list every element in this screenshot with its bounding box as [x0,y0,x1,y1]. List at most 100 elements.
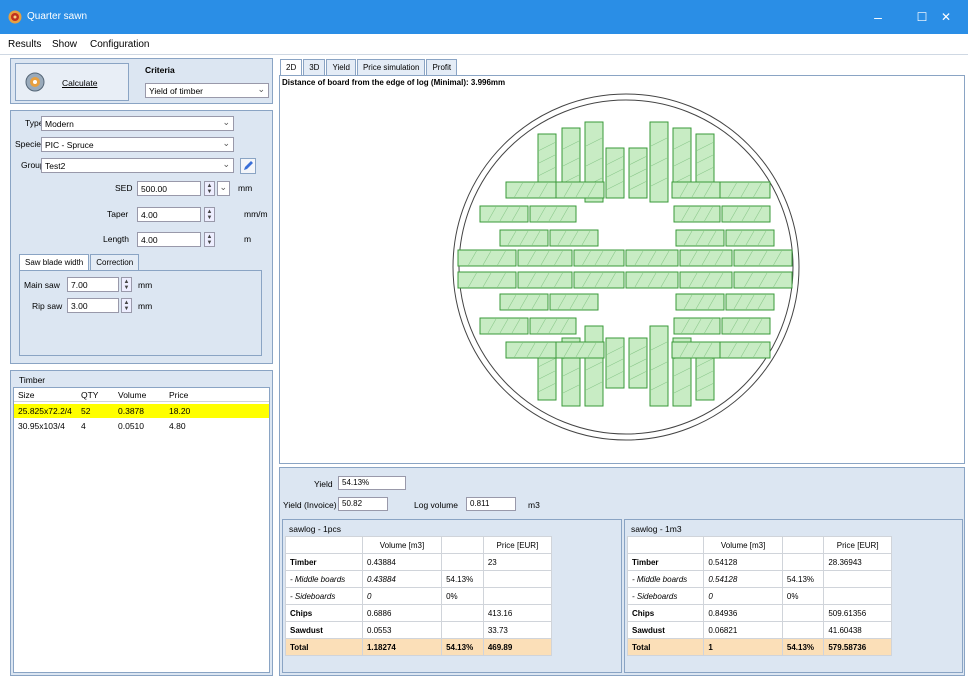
type-value: Modern [45,119,74,129]
calculate-button[interactable]: Calculate [15,63,129,101]
value-cell: 28.36943 [823,553,892,571]
value-cell: 0.43884 [361,553,443,571]
tab-2d[interactable]: 2D [280,59,303,75]
value-cell: 1 [703,638,783,656]
value-cell: 0 [703,587,783,605]
yield-field[interactable]: 54.13% [338,476,406,490]
value-cell [823,570,892,588]
menu-show[interactable]: Show [52,39,77,50]
table-row: Total 1.18274 54.13% 469.89 [285,638,553,656]
close-button[interactable]: ✕ [924,0,968,34]
row-price: 18.20 [169,406,191,416]
table-row: Timber 0.54128 28.36943 [626,553,892,571]
sawlog-1pcs-title: sawlog - 1pcs [289,524,341,534]
tab-yield[interactable]: Yield [326,59,356,75]
value-cell [482,587,553,605]
taper-input[interactable]: 4.00 [137,207,201,222]
col-price[interactable]: Price [169,390,188,400]
value-cell: 0.84936 [703,604,783,622]
value-cell: 469.89 [482,638,553,656]
type-select[interactable]: Modern ⌄ [41,116,234,131]
gear-icon [25,72,45,92]
table-row: Sawdust 0.06821 41.60438 [626,621,892,639]
drawing-area[interactable]: Distance of board from the edge of log (… [279,75,965,464]
yield-label: Yield [314,479,333,489]
sed-input[interactable]: 500.00 [137,181,201,196]
tab-saw-blade-width[interactable]: Saw blade width [19,254,90,270]
header-cell: Price [EUR] [823,536,892,554]
rip-saw-input[interactable]: 3.00 [67,298,119,313]
value-cell: 579.58736 [823,638,892,656]
app-icon [8,10,22,24]
value-cell: 0.43884 [361,570,443,588]
row-label-cell: Timber [285,553,363,571]
col-volume[interactable]: Volume [118,390,146,400]
row-label-cell: Timber [626,553,705,571]
species-select[interactable]: PIC - Spruce ⌄ [41,137,234,152]
length-spinner[interactable]: ▲ ▼ [204,232,215,247]
value-cell [482,570,553,588]
sawlog-1m3-title: sawlog - 1m3 [631,524,682,534]
tab-profit[interactable]: Profit [426,59,458,75]
calculate-label: Calculate [62,78,98,88]
taper-spinner[interactable]: ▲ ▼ [204,207,215,222]
timber-panel: Timber Size QTY Volume Price 25.825x72.2… [10,370,273,676]
edit-pencil-icon[interactable] [240,158,256,174]
title-bar: Quarter sawn – ☐ ✕ [0,0,968,34]
value-cell: 0.6886 [361,604,443,622]
chevron-down-icon: ⌄ [222,159,230,169]
col-qty[interactable]: QTY [81,390,98,400]
value-cell [823,587,892,605]
value-cell: 0 [361,587,443,605]
menu-configuration[interactable]: Configuration [90,39,149,50]
rip-saw-label: Rip saw [32,301,63,311]
value-cell: 54.13% [781,638,825,656]
value-cell: 41.60438 [823,621,892,639]
value-cell [441,621,484,639]
value-cell [781,604,825,622]
main-saw-spinner[interactable]: ▲ ▼ [121,277,132,292]
header-cell [626,536,705,554]
taper-unit: mm/m [244,209,268,219]
row-qty: 4 [81,421,86,431]
main-saw-input[interactable]: 7.00 [67,277,119,292]
table-row[interactable]: 25.825x72.2/4 52 0.3878 18.20 [14,404,269,418]
timber-header-row: Size QTY Volume Price [14,388,269,402]
log-outer-circle [452,93,800,441]
sed-spinner[interactable]: ▲ ▼ [204,181,215,196]
row-label-cell: - Middle boards [285,570,363,588]
tab-3d[interactable]: 3D [303,59,326,75]
minimize-button[interactable]: – [856,0,900,34]
col-size[interactable]: Size [18,390,35,400]
tab-price-simulation[interactable]: Price simulation [356,59,426,75]
length-unit: m [244,234,252,244]
sed-dropdown[interactable]: ⌄ [217,181,230,196]
header-cell [441,536,484,554]
timber-list[interactable]: Size QTY Volume Price 25.825x72.2/4 52 0… [13,387,270,673]
header-cell: Volume [m3] [703,536,783,554]
log-volume-label: Log volume [414,500,458,510]
table-row: - Sideboards 0 0% [285,587,553,605]
group-select[interactable]: Test2 ⌄ [41,158,234,173]
length-input[interactable]: 4.00 [137,232,201,247]
menu-results[interactable]: Results [8,39,41,50]
value-cell [441,553,484,571]
yield-invoice-field[interactable]: 50.82 [338,497,388,511]
value-cell [781,553,825,571]
header-cell: Volume [m3] [361,536,443,554]
value-cell: 54.13% [781,570,825,588]
tab-correction[interactable]: Correction [90,254,140,270]
rip-saw-spinner[interactable]: ▲ ▼ [121,298,132,313]
criteria-select[interactable]: Yield of timber ⌄ [145,83,269,98]
value-cell: 1.18274 [361,638,443,656]
sawlog-1m3-table: Volume [m3] Price [EUR] Timber 0.54128 28.36… [626,536,892,656]
criteria-value: Yield of timber [149,86,204,96]
sed-label: SED [115,183,133,193]
row-label-cell: Sawdust [626,621,705,639]
length-label: Length [103,234,129,244]
table-header-row: Volume [m3] Price [EUR] [285,536,553,554]
value-cell: 54.13% [441,570,484,588]
chevron-down-icon: ⌄ [219,182,227,192]
table-row[interactable]: 30.95x103/4 4 0.0510 4.80 [14,419,269,433]
log-volume-field[interactable]: 0.811 [466,497,516,511]
